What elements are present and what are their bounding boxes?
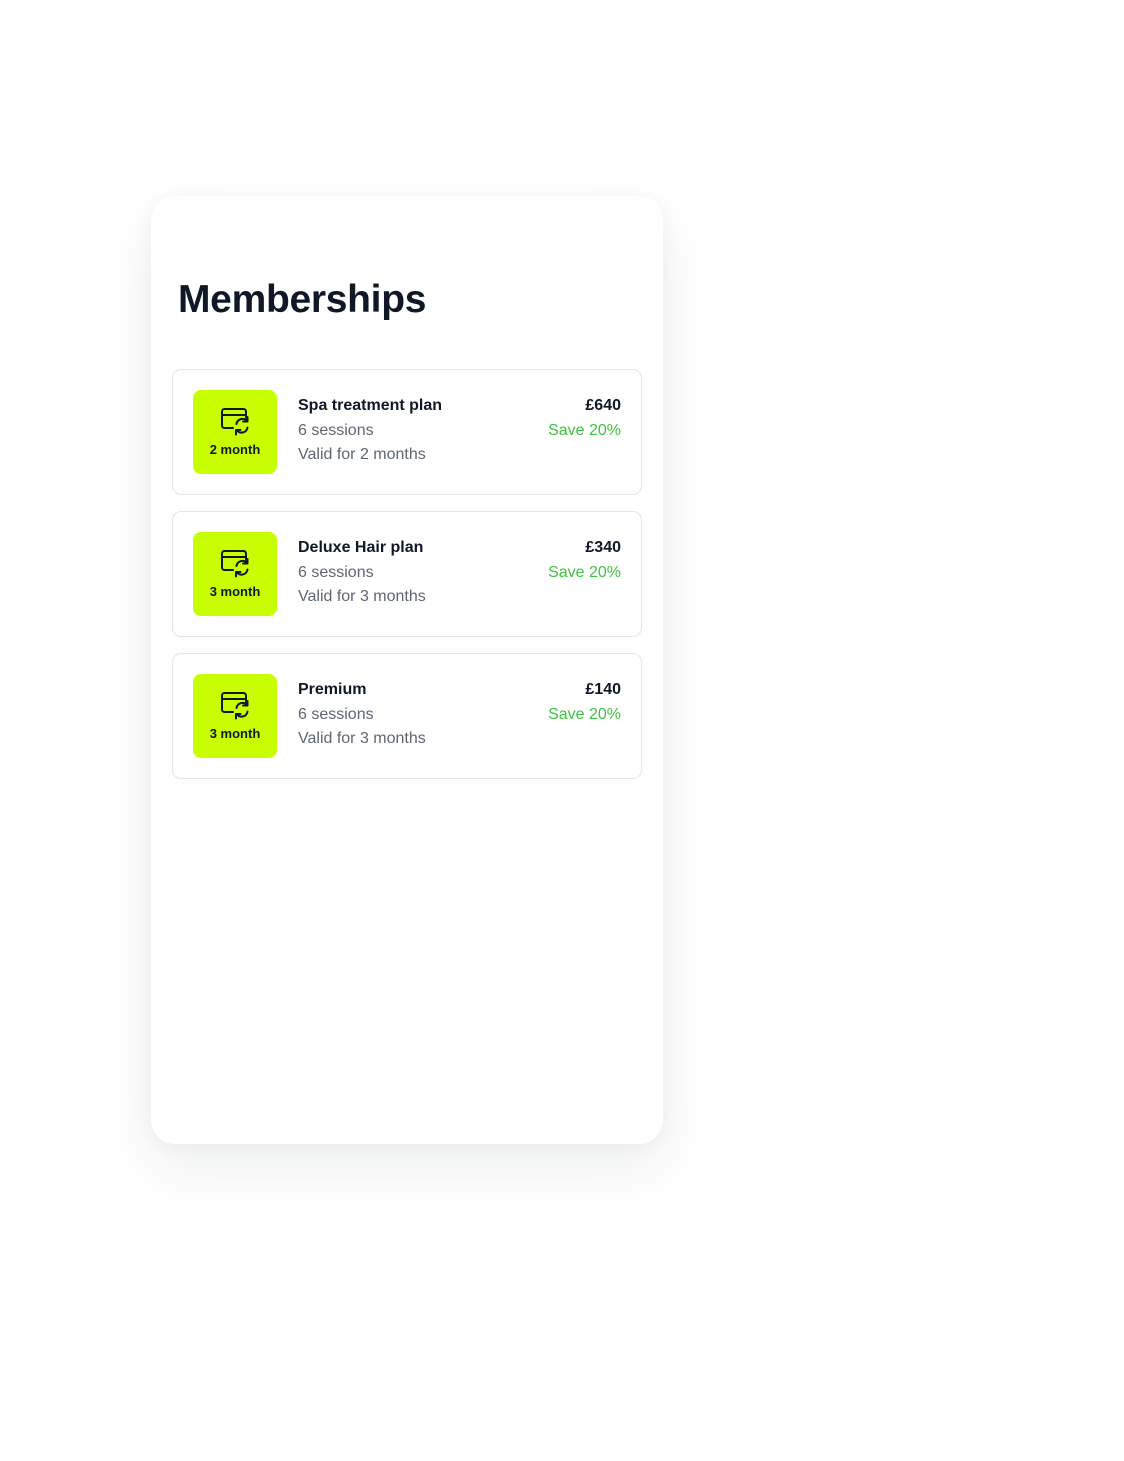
duration-badge-label: 3 month	[209, 726, 261, 741]
discount-label: Save 20%	[548, 421, 621, 439]
card-refresh-icon	[221, 550, 249, 578]
plan-info: Deluxe Hair plan 6 sessions Valid for 3 …	[298, 538, 426, 607]
plan-price: £340	[585, 539, 621, 556]
plan-validity: Valid for 3 months	[298, 588, 426, 605]
discount-label: Save 20%	[548, 563, 621, 581]
duration-badge-label: 2 month	[209, 442, 261, 457]
duration-badge: 3 month	[193, 674, 277, 758]
card-refresh-icon	[221, 692, 249, 720]
duration-badge: 3 month	[193, 532, 277, 616]
card-refresh-icon	[221, 408, 249, 436]
plan-price: £140	[585, 681, 621, 698]
discount-label: Save 20%	[548, 705, 621, 723]
plan-name: Premium	[298, 681, 367, 698]
plan-name: Spa treatment plan	[298, 397, 443, 414]
plan-validity: Valid for 3 months	[298, 730, 426, 747]
plan-info: Spa treatment plan 6 sessions Valid for …	[298, 396, 442, 465]
price-block: £640 Save 20%	[548, 396, 621, 441]
duration-badge: 2 month	[193, 390, 277, 474]
page-title: Memberships	[178, 278, 427, 321]
plan-info: Premium 6 sessions Valid for 3 months	[298, 680, 426, 749]
price-block: £140 Save 20%	[548, 680, 621, 725]
membership-card-premium[interactable]: 3 month Premium 6 sessions Valid for 3 m…	[172, 653, 642, 779]
plan-price: £640	[585, 397, 621, 414]
plan-sessions: 6 sessions	[298, 705, 374, 723]
membership-list: 2 month Spa treatment plan 6 sessions Va…	[172, 369, 642, 795]
duration-badge-label: 3 month	[209, 584, 261, 599]
plan-sessions: 6 sessions	[298, 563, 374, 581]
membership-card-spa-treatment[interactable]: 2 month Spa treatment plan 6 sessions Va…	[172, 369, 642, 495]
plan-validity: Valid for 2 months	[298, 446, 426, 463]
plan-name: Deluxe Hair plan	[298, 539, 424, 556]
memberships-panel: Memberships 2 month Spa treatment plan 6…	[151, 196, 663, 1144]
membership-card-deluxe-hair[interactable]: 3 month Deluxe Hair plan 6 sessions Vali…	[172, 511, 642, 637]
plan-sessions: 6 sessions	[298, 421, 374, 439]
price-block: £340 Save 20%	[548, 538, 621, 583]
